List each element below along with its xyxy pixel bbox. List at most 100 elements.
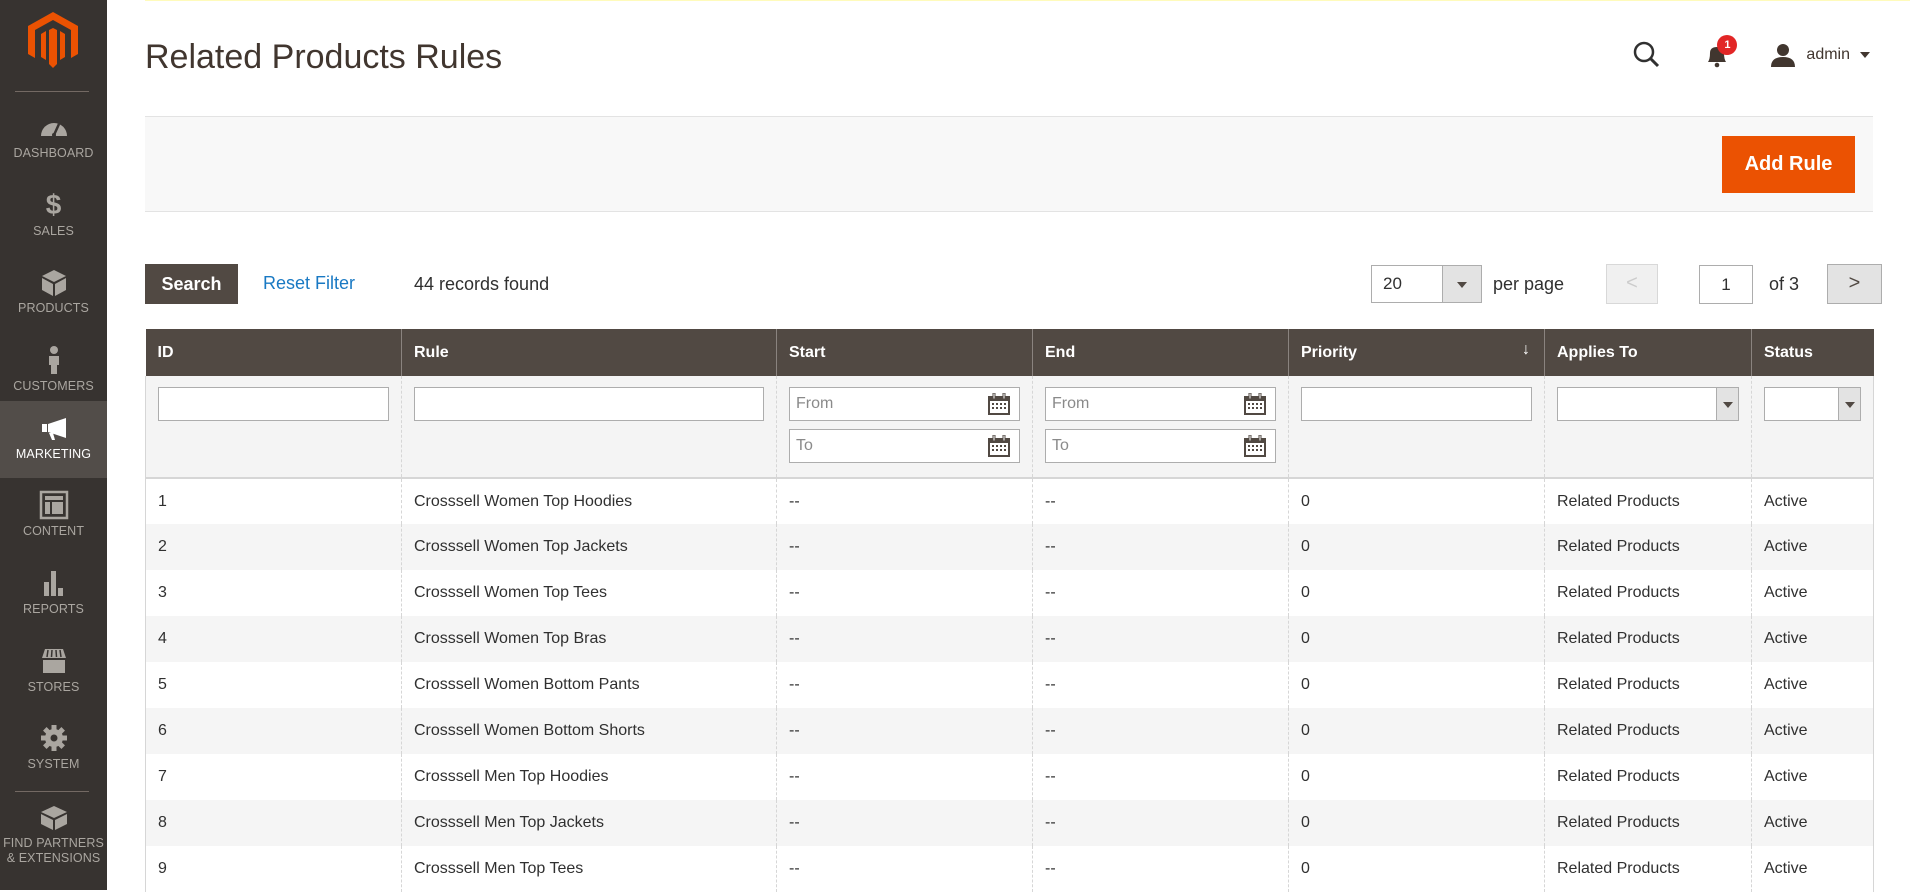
cell-rule: Crosssell Men Top Hoodies — [401, 754, 777, 800]
cell-status: Active — [1751, 662, 1874, 708]
end-to-input[interactable]: To — [1045, 429, 1276, 463]
search-icon — [1634, 41, 1660, 68]
cell-id: 7 — [145, 754, 402, 800]
dropdown-button[interactable] — [1838, 388, 1860, 420]
sidebar-item-system[interactable]: SYSTEM — [0, 711, 107, 788]
cell-start: -- — [776, 708, 1033, 754]
placeholder: From — [796, 395, 834, 412]
next-page-button[interactable]: > — [1827, 264, 1882, 304]
sidebar-item-marketing[interactable]: MARKETING — [0, 401, 107, 478]
calendar-icon[interactable] — [1243, 393, 1267, 416]
filter-row: From To From To — [145, 376, 1874, 478]
cell-start: -- — [776, 524, 1033, 570]
placeholder: From — [1052, 395, 1090, 412]
lego-block-icon — [40, 806, 67, 830]
sidebar-item-sales[interactable]: $ SALES — [0, 178, 107, 255]
column-header-priority[interactable]: Priority ↓ — [1288, 329, 1545, 376]
table-row[interactable]: 7 Crosssell Men Top Hoodies -- -- 0 Related P… — [145, 754, 1874, 800]
layout-icon — [39, 490, 68, 520]
table-row[interactable]: 9 Crosssell Men Top Tees -- -- 0 Related Prod… — [145, 846, 1874, 892]
cell-end: -- — [1032, 524, 1289, 570]
start-to-input[interactable]: To — [789, 429, 1020, 463]
notifications-button[interactable]: 1 — [1702, 35, 1738, 70]
cell-status: Active — [1751, 616, 1874, 662]
sidebar-item-customers[interactable]: CUSTOMERS — [0, 333, 107, 410]
storefront-icon — [41, 649, 66, 673]
global-search-button[interactable] — [1632, 40, 1662, 70]
rule-filter-input[interactable] — [414, 387, 764, 421]
sidebar-item-stores[interactable]: STORES — [0, 634, 107, 711]
per-page-select[interactable]: 20 — [1371, 265, 1482, 303]
cell-id: 6 — [145, 708, 402, 754]
priority-filter-input[interactable] — [1301, 387, 1532, 421]
sidebar-item-reports[interactable]: REPORTS — [0, 556, 107, 633]
sidebar-item-products[interactable]: PRODUCTS — [0, 255, 107, 332]
column-header-applies-to[interactable]: Applies To — [1544, 329, 1752, 376]
cell-id: 5 — [145, 662, 402, 708]
admin-sidebar: DASHBOARD $ SALES PRODUCTS CUSTOMERS MAR… — [0, 0, 107, 890]
column-header-id[interactable]: ID — [145, 329, 402, 376]
chevron-down-icon — [1722, 402, 1733, 408]
dropdown-button[interactable] — [1716, 388, 1738, 420]
cell-priority: 0 — [1288, 754, 1545, 800]
column-header-end[interactable]: End — [1032, 329, 1289, 376]
page-actions-bar: Add Rule — [145, 116, 1873, 212]
dollar-icon: $ — [45, 189, 62, 220]
cell-start: -- — [776, 800, 1033, 846]
cell-rule: Crosssell Women Top Jackets — [401, 524, 777, 570]
sidebar-item-find-partners[interactable]: FIND PARTNERS & EXTENSIONS — [0, 792, 107, 890]
sidebar-item-content[interactable]: CONTENT — [0, 478, 107, 555]
cell-status: Active — [1751, 754, 1874, 800]
header-actions: 1 admin — [1632, 35, 1870, 72]
id-filter-input[interactable] — [158, 387, 389, 421]
per-page-value: 20 — [1383, 274, 1402, 293]
cell-start: -- — [776, 477, 1033, 524]
end-from-input[interactable]: From — [1045, 387, 1276, 421]
sort-descending-icon: ↓ — [1522, 341, 1530, 358]
table-row[interactable]: 8 Crosssell Men Top Jackets -- -- 0 Related P… — [145, 800, 1874, 846]
placeholder: To — [1052, 437, 1069, 454]
add-rule-button[interactable]: Add Rule — [1722, 136, 1855, 193]
search-button[interactable]: Search — [145, 264, 238, 304]
magento-logo-icon[interactable] — [28, 12, 78, 68]
cell-applies-to: Related Products — [1544, 662, 1752, 708]
column-header-rule[interactable]: Rule — [401, 329, 777, 376]
applies-to-filter-select[interactable] — [1557, 387, 1739, 421]
calendar-icon[interactable] — [987, 393, 1011, 416]
bar-chart-icon — [43, 571, 63, 596]
table-row[interactable]: 2 Crosssell Women Top Jackets -- -- 0 Related… — [145, 524, 1874, 570]
cell-applies-to: Related Products — [1544, 754, 1752, 800]
reset-filter-link[interactable]: Reset Filter — [263, 273, 355, 294]
cell-end: -- — [1032, 800, 1289, 846]
cell-id: 1 — [145, 477, 402, 524]
table-row[interactable]: 3 Crosssell Women Top Tees -- -- 0 Related Pr… — [145, 570, 1874, 616]
calendar-icon[interactable] — [1243, 435, 1267, 458]
table-row[interactable]: 4 Crosssell Women Top Bras -- -- 0 Related Pr… — [145, 616, 1874, 662]
cell-applies-to: Related Products — [1544, 708, 1752, 754]
table-row[interactable]: 1 Crosssell Women Top Hoodies -- -- 0 Related… — [145, 477, 1874, 524]
start-from-input[interactable]: From — [789, 387, 1020, 421]
status-filter-select[interactable] — [1764, 387, 1861, 421]
column-header-status[interactable]: Status — [1751, 329, 1874, 376]
cell-applies-to: Related Products — [1544, 524, 1752, 570]
user-menu[interactable]: admin — [1770, 42, 1870, 68]
cell-priority: 0 — [1288, 846, 1545, 892]
column-header-start[interactable]: Start — [776, 329, 1033, 376]
cell-end: -- — [1032, 477, 1289, 524]
cell-status: Active — [1751, 708, 1874, 754]
megaphone-icon — [41, 418, 66, 440]
sidebar-item-dashboard[interactable]: DASHBOARD — [0, 100, 107, 177]
chevron-left-icon: < — [1626, 272, 1638, 294]
page-number-input[interactable]: 1 — [1699, 265, 1753, 304]
cell-end: -- — [1032, 846, 1289, 892]
table-row[interactable]: 5 Crosssell Women Bottom Pants -- -- 0 Relate… — [145, 662, 1874, 708]
per-page-dropdown-button[interactable] — [1442, 266, 1481, 302]
previous-page-button[interactable]: < — [1606, 264, 1658, 304]
table-row[interactable]: 6 Crosssell Women Bottom Shorts -- -- 0 Relat… — [145, 708, 1874, 754]
cell-priority: 0 — [1288, 708, 1545, 754]
cell-status: Active — [1751, 477, 1874, 524]
total-pages-label: of 3 — [1769, 274, 1800, 294]
calendar-icon[interactable] — [987, 435, 1011, 458]
grid-body: 1 Crosssell Women Top Hoodies -- -- 0 Related… — [145, 477, 1874, 892]
cell-end: -- — [1032, 708, 1289, 754]
